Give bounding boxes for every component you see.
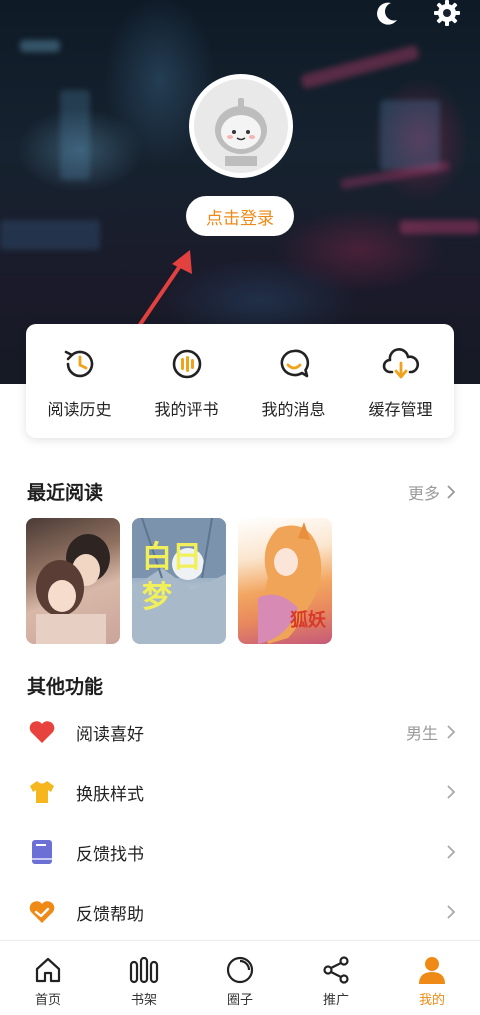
cover-title: 狐妖 xyxy=(290,610,326,631)
reading-preference-label: 阅读喜好 xyxy=(76,724,144,745)
background-light xyxy=(400,220,480,234)
background-light xyxy=(380,100,440,170)
more-link[interactable]: 更多 xyxy=(408,480,456,504)
background-light xyxy=(300,44,420,90)
reading-preference-value: 男生 xyxy=(405,724,438,743)
chevron-right-icon xyxy=(447,785,456,799)
chevron-right-icon xyxy=(447,725,456,739)
chevron-right-icon xyxy=(447,485,456,499)
default-avatar-icon xyxy=(194,79,288,173)
feedback-find-book-label: 反馈找书 xyxy=(76,844,144,865)
other-functions-title: 其他功能 xyxy=(27,676,104,698)
tab-home[interactable]: 首页 xyxy=(0,941,96,1015)
my-comments-button[interactable]: 我的评书 xyxy=(137,344,237,420)
login-button[interactable]: 点击登录 xyxy=(186,196,294,236)
download-cloud-icon xyxy=(381,344,421,384)
circle-icon xyxy=(225,955,255,985)
quick-actions-card: 阅读历史 我的评书 我的消息 缓存管理 xyxy=(26,324,454,438)
cache-manage-label: 缓存管理 xyxy=(368,400,433,419)
tab-bookshelf-label: 书架 xyxy=(130,993,157,1008)
background-light xyxy=(60,90,90,180)
message-icon xyxy=(274,344,314,384)
comment-book-icon xyxy=(167,344,207,384)
tab-home-label: 首页 xyxy=(34,993,61,1008)
night-mode-icon[interactable] xyxy=(370,0,404,30)
avatar[interactable] xyxy=(189,74,293,178)
background-light xyxy=(0,220,100,250)
cover-title: 白日梦 xyxy=(142,540,202,615)
chevron-right-icon xyxy=(447,905,456,919)
skin-style-item[interactable]: 换肤样式 xyxy=(0,762,480,822)
home-icon xyxy=(33,955,63,985)
book-cover[interactable] xyxy=(26,518,120,644)
recent-covers: 白日梦 狐妖 xyxy=(26,518,332,644)
bookshelf-icon xyxy=(129,955,159,985)
background-light xyxy=(20,40,60,52)
user-icon xyxy=(417,955,447,985)
tab-bookshelf[interactable]: 书架 xyxy=(96,941,192,1015)
help-heart-icon xyxy=(28,898,56,926)
more-label: 更多 xyxy=(407,484,440,503)
tab-mine-label: 我的 xyxy=(418,993,445,1008)
cover-art xyxy=(36,534,110,644)
tab-promote-label: 推广 xyxy=(322,993,349,1008)
chevron-right-icon xyxy=(447,845,456,859)
settings-gear-icon[interactable] xyxy=(430,0,464,30)
messages-label: 我的消息 xyxy=(261,400,326,419)
tab-promote[interactable]: 推广 xyxy=(288,941,384,1015)
tab-mine[interactable]: 我的 xyxy=(384,941,480,1015)
tab-circle-label: 圈子 xyxy=(226,993,253,1008)
tab-circle[interactable]: 圈子 xyxy=(192,941,288,1015)
skin-style-label: 换肤样式 xyxy=(76,784,144,805)
reading-preference-item[interactable]: 阅读喜好 男生 xyxy=(0,702,480,762)
feedback-help-label: 反馈帮助 xyxy=(76,904,144,925)
shirt-icon xyxy=(28,778,56,806)
history-label: 阅读历史 xyxy=(47,400,112,419)
heart-icon xyxy=(28,718,56,746)
feedback-find-book-item[interactable]: 反馈找书 xyxy=(0,822,480,882)
history-icon xyxy=(60,344,100,384)
bottom-tab-bar: 首页 书架 圈子 推广 我的 xyxy=(0,940,480,1015)
cache-manage-button[interactable]: 缓存管理 xyxy=(351,344,451,420)
my-comments-label: 我的评书 xyxy=(154,400,219,419)
book-icon xyxy=(28,838,56,866)
feedback-help-item[interactable]: 反馈帮助 xyxy=(0,882,480,942)
history-button[interactable]: 阅读历史 xyxy=(30,344,130,420)
book-cover[interactable]: 白日梦 xyxy=(132,518,226,644)
share-icon xyxy=(321,955,351,985)
messages-button[interactable]: 我的消息 xyxy=(244,344,344,420)
recent-reading-title: 最近阅读 xyxy=(27,482,104,504)
book-cover[interactable]: 狐妖 xyxy=(238,518,332,644)
